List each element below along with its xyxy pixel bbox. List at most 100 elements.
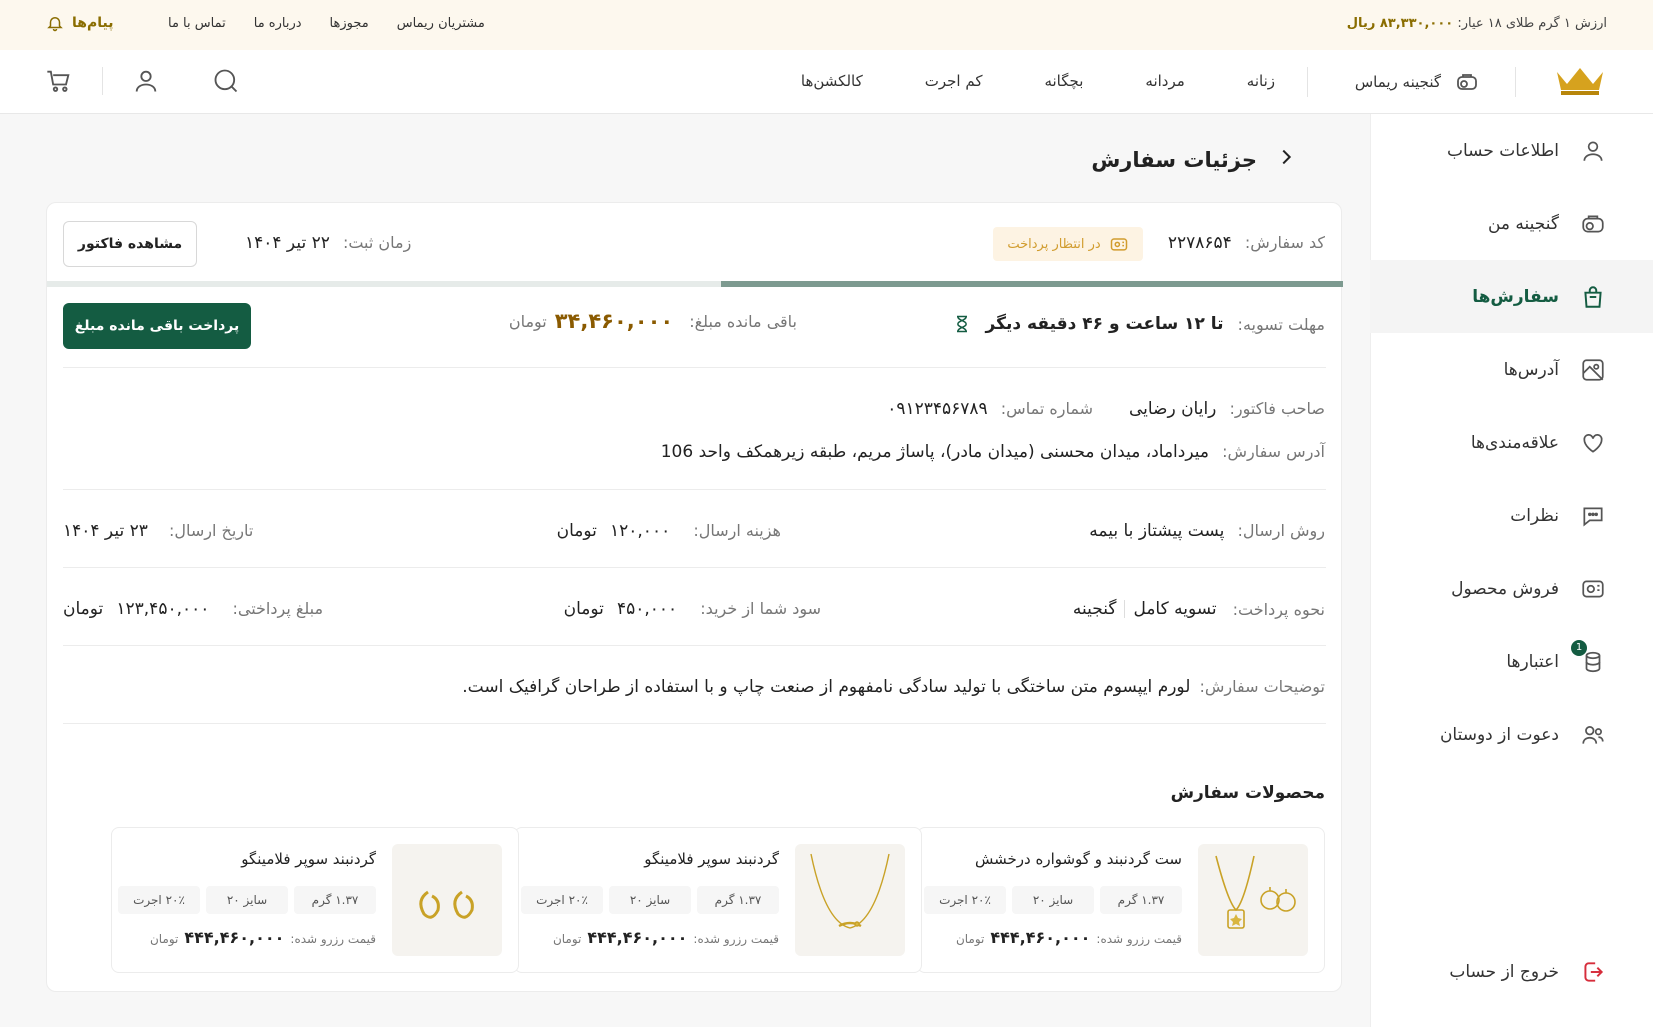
back-chevron-icon[interactable] <box>1275 146 1297 173</box>
gold-price-value: ۸۳,۳۳۰,۰۰۰ ریال <box>1346 16 1454 31</box>
sidebar-item-invite-friends[interactable]: دعوت از دوستان <box>1370 698 1653 771</box>
sidebar-item-addresses[interactable]: آدرس‌ها <box>1370 333 1653 406</box>
nav-low-fee[interactable]: کم اجرت <box>925 72 983 90</box>
main-header: گنجینه ریماس زنانه مردانه بچگانه کم اجرت… <box>0 50 1653 114</box>
sidebar-item-credits[interactable]: 1 اعتبارها <box>1370 625 1653 698</box>
nav-collections[interactable]: کالکشن‌ها <box>801 72 863 90</box>
ship-method-label: روش ارسال: <box>1237 521 1325 540</box>
payment-progress-bar <box>47 281 1343 287</box>
product-price: قیمت رزرو شده: ۴۴۴,۴۶۰,۰۰۰ تومان <box>553 928 779 947</box>
header-icon-divider <box>102 67 103 95</box>
product-card[interactable]: گردنبند سوپر فلامینگو ۱.۳۷ گرم سایز ۲۰ ۲… <box>111 827 519 973</box>
product-weight: ۱.۳۷ گرم <box>294 886 376 914</box>
hourglass-icon <box>956 315 967 333</box>
sidebar-item-comments[interactable]: نظرات <box>1370 479 1653 552</box>
product-price-currency: تومان <box>552 932 582 946</box>
product-weight: ۱.۳۷ گرم <box>1100 886 1182 914</box>
ship-cost-currency: تومان <box>556 521 597 541</box>
order-time: زمان ثبت: ۲۲ تیر ۱۴۰۴ <box>245 233 411 253</box>
account-sidebar: اطلاعات حساب گنجینه من سفارش‌ها آدرس‌ها … <box>1370 114 1653 1027</box>
status-badge: در انتظار پرداخت <box>993 227 1143 261</box>
invoice-owner: صاحب فاکتور: رایان رضایی <box>1129 399 1325 419</box>
divider <box>63 645 1326 646</box>
remaining-value: ۳۴,۴۶۰,۰۰۰ <box>554 309 674 333</box>
owner-value: رایان رضایی <box>1128 399 1217 419</box>
sidebar-item-orders[interactable]: سفارش‌ها <box>1370 260 1653 333</box>
page-title-text: جزئیات سفارش <box>1091 147 1257 172</box>
payment-progress-fill <box>720 281 1343 287</box>
phone-value: ۰۹۱۲۳۴۵۶۷۸۹ <box>887 399 988 419</box>
order-address: آدرس سفارش: میرداماد، میدان محسنی (میدان… <box>661 442 1325 462</box>
product-price-label: قیمت رزرو شده: <box>1096 932 1182 946</box>
remaining-amount: باقی مانده مبلغ: ۳۴,۴۶۰,۰۰۰ تومان <box>509 309 797 333</box>
product-specs: ۱.۳۷ گرم سایز ۲۰ ۲۰٪ اجرت <box>924 886 1182 914</box>
product-price-value: ۴۴۴,۴۶۰,۰۰۰ <box>184 928 285 947</box>
ship-date-label: تاریخ ارسال: <box>168 521 254 540</box>
divider <box>63 367 1326 368</box>
notes-label: توضیحات سفارش: <box>1199 677 1325 696</box>
address-value: میرداماد، میدان محسنی (میدان مادر)، پاسا… <box>660 442 1209 462</box>
product-price-label: قیمت رزرو شده: <box>693 932 779 946</box>
phone-label: شماره تماس: <box>1000 399 1093 418</box>
sidebar-item-label: دعوت از دوستان <box>1439 724 1559 745</box>
sidebar-item-favorites[interactable]: علاقه‌مندی‌ها <box>1370 406 1653 479</box>
sidebar-item-account-info[interactable]: اطلاعات حساب <box>1370 114 1653 187</box>
sell-icon <box>1579 575 1607 603</box>
sidebar-item-label: اعتبارها <box>1506 651 1559 672</box>
pay-remaining-button[interactable]: پرداخت باقی مانده مبلغ <box>63 303 251 349</box>
product-fee: ۲۰٪ اجرت <box>118 886 200 914</box>
shopping-bag-icon <box>1579 283 1607 311</box>
nav-kids[interactable]: بچگانه <box>1044 72 1083 90</box>
bell-icon <box>47 17 63 32</box>
coins-icon: 1 <box>1571 639 1607 676</box>
top-link-customers[interactable]: مشتریان ریماس <box>397 16 485 31</box>
necklace-image-icon <box>810 853 890 929</box>
pay-method-separator <box>1124 600 1126 618</box>
order-code-value: ۲۲۷۸۶۵۴ <box>1167 233 1232 253</box>
treasure-nav-link[interactable]: گنجینه ریماس <box>1355 70 1479 94</box>
order-time-value: ۲۲ تیر ۱۴۰۴ <box>245 233 330 253</box>
divider <box>63 489 1326 490</box>
profit-value: ۴۵۰,۰۰۰ <box>616 599 678 619</box>
cart-icon[interactable] <box>44 66 74 96</box>
top-link-about[interactable]: درباره ما <box>254 16 302 31</box>
treasure-icon <box>1579 210 1607 238</box>
product-image <box>1198 844 1308 956</box>
wallet-icon <box>1110 238 1127 251</box>
user-account-icon[interactable] <box>131 66 161 96</box>
credits-badge: 1 <box>1571 639 1587 656</box>
product-name: گردنبند سوپر فلامینگو <box>644 850 779 868</box>
sidebar-item-sell-product[interactable]: فروش محصول <box>1370 552 1653 625</box>
product-image <box>795 844 905 956</box>
nav-men[interactable]: مردانه <box>1145 72 1184 90</box>
product-price: قیمت رزرو شده: ۴۴۴,۴۶۰,۰۰۰ تومان <box>956 928 1182 947</box>
ship-cost-value: ۱۲۰,۰۰۰ <box>610 521 671 541</box>
top-links: مشتریان ریماس مجوزها درباره ما تماس با م… <box>168 16 485 31</box>
treasure-icon <box>1457 74 1477 90</box>
shipping-method: روش ارسال: پست پیشتاز با بیمه <box>1089 521 1325 541</box>
sidebar-item-label: سفارش‌ها <box>1472 286 1559 307</box>
paid-amount: مبلغ پرداختی: ۱۲۳,۴۵۰,۰۰۰ تومان <box>63 599 323 619</box>
product-size: سایز ۲۰ <box>1012 886 1094 914</box>
sidebar-item-my-treasure[interactable]: گنجینه من <box>1370 187 1653 260</box>
crown-logo-icon[interactable] <box>1553 64 1607 96</box>
product-card[interactable]: ست گردنبند و گوشواره درخشش ۱.۳۷ گرم سایز… <box>917 827 1325 973</box>
search-icon[interactable] <box>211 66 241 96</box>
top-link-contact[interactable]: تماس با ما <box>168 16 226 31</box>
sidebar-item-label: گنجینه من <box>1487 213 1559 234</box>
heart-icon <box>1579 429 1607 457</box>
top-link-licenses[interactable]: مجوزها <box>330 16 369 31</box>
pay-method-value-2: گنجینه <box>1072 599 1117 619</box>
paid-label: مبلغ پرداختی: <box>232 599 324 618</box>
nav-women[interactable]: زنانه <box>1247 72 1275 90</box>
product-card[interactable]: گردنبند سوپر فلامینگو ۱.۳۷ گرم سایز ۲۰ ۲… <box>514 827 922 973</box>
sidebar-item-logout[interactable]: خروج از حساب <box>1370 935 1653 1008</box>
logout-icon <box>1579 958 1607 986</box>
view-invoice-button[interactable]: مشاهده فاکتور <box>63 221 197 267</box>
product-name: گردنبند سوپر فلامینگو <box>241 850 376 868</box>
product-image <box>392 844 502 956</box>
owner-label: صاحب فاکتور: <box>1229 399 1326 418</box>
product-fee: ۲۰٪ اجرت <box>521 886 603 914</box>
messages-link[interactable]: پیام‌ها <box>46 14 113 32</box>
product-price: قیمت رزرو شده: ۴۴۴,۴۶۰,۰۰۰ تومان <box>150 928 376 947</box>
